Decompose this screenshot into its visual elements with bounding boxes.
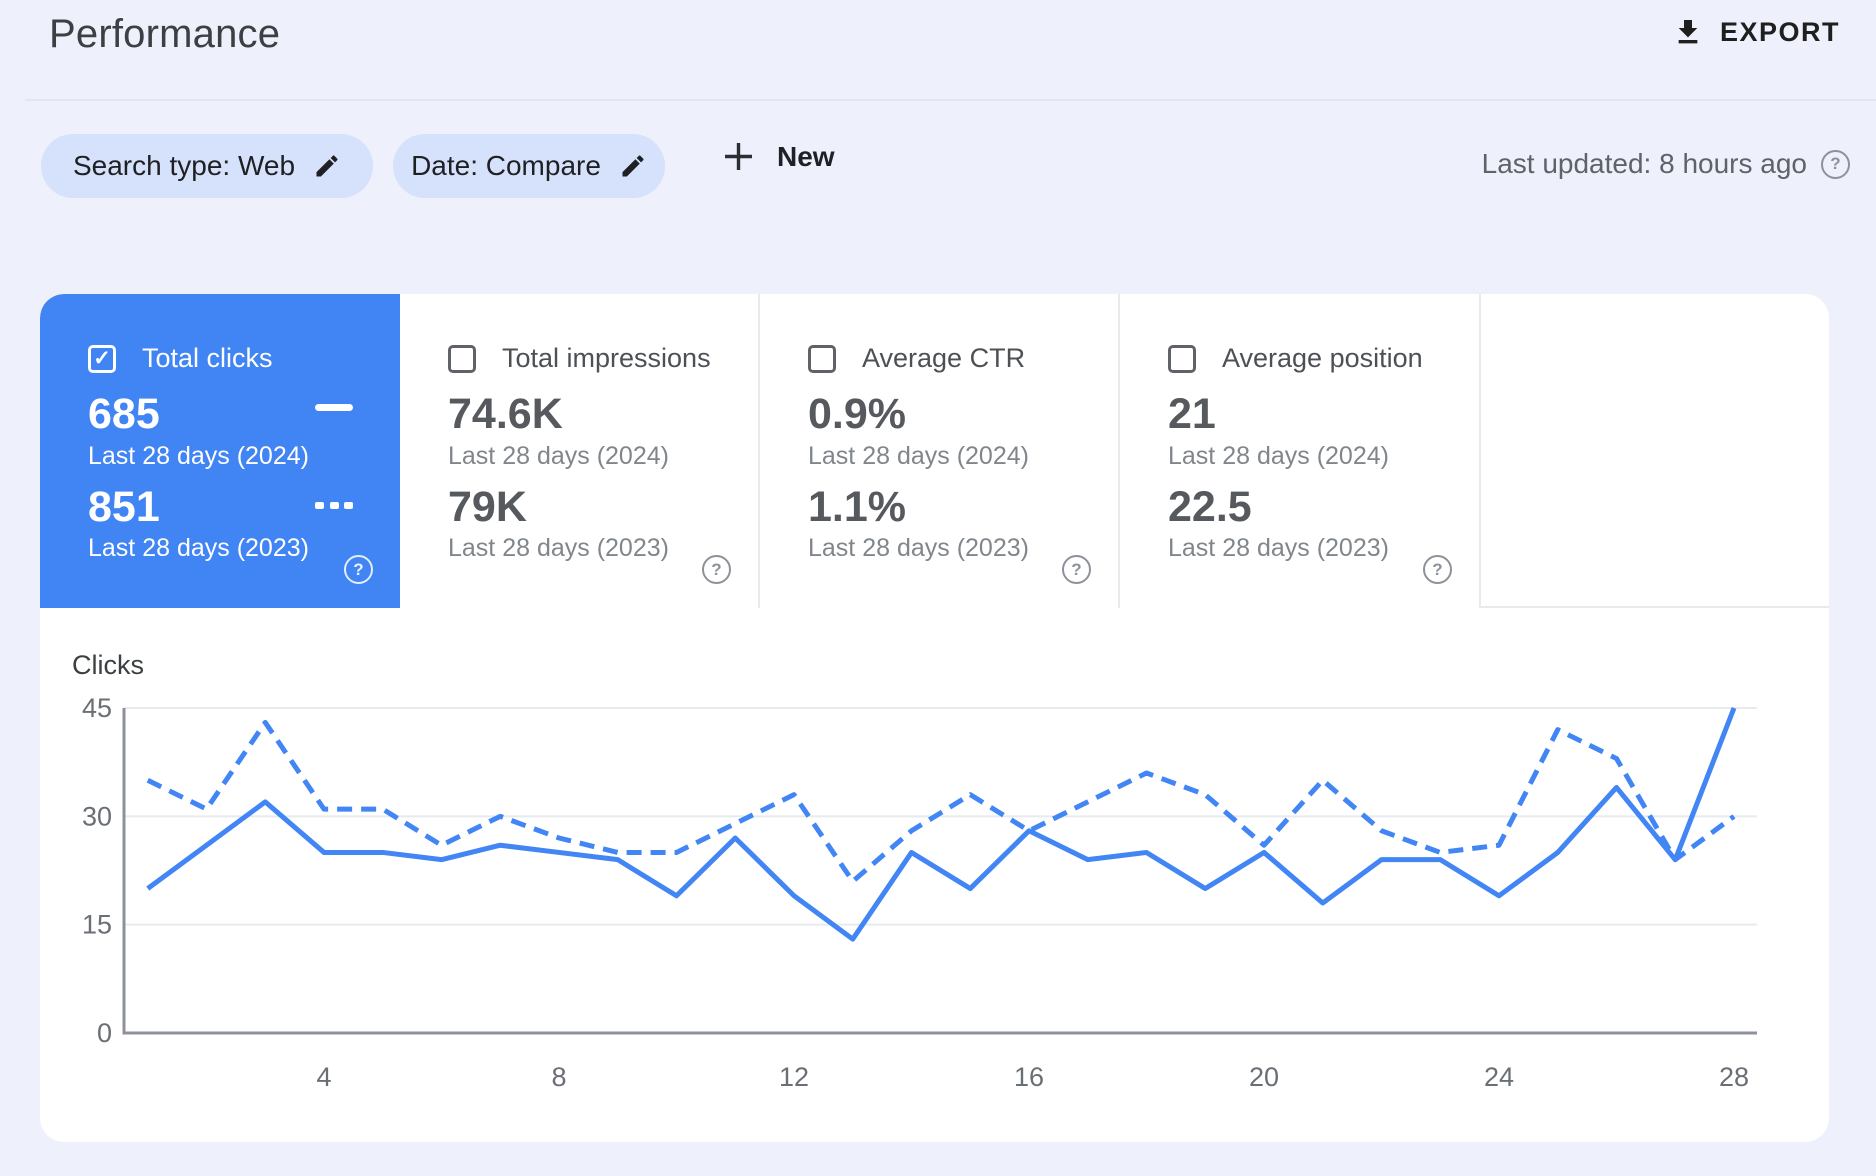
performance-page: Performance EXPORT Search type: Web Date… <box>0 0 1876 1176</box>
metric-period-2023: Last 28 days (2023) <box>808 534 1029 563</box>
metric-card-total-clicks[interactable]: ✓ Total clicks 685 Last 28 days (2024) 8… <box>40 294 400 608</box>
metric-value-2023: 22.5 <box>1168 483 1252 532</box>
search-type-chip-label: Search type: Web <box>73 150 295 182</box>
report-panel: ✓ Total clicks 685 Last 28 days (2024) 8… <box>40 294 1829 1142</box>
metric-card-label: Total clicks <box>142 343 273 374</box>
metric-card-average-ctr[interactable]: Average CTR 0.9% Last 28 days (2024) 1.1… <box>760 294 1120 608</box>
checkbox-average-ctr[interactable] <box>808 345 836 373</box>
plus-icon <box>722 140 755 173</box>
metric-cards-row: ✓ Total clicks 685 Last 28 days (2024) 8… <box>40 294 1829 608</box>
help-icon[interactable]: ? <box>344 555 373 584</box>
metric-period-2024: Last 28 days (2024) <box>448 442 669 471</box>
checkbox-total-clicks[interactable]: ✓ <box>88 345 116 373</box>
new-filter-label: New <box>777 141 835 173</box>
edit-pencil-icon <box>313 152 341 180</box>
metric-card-label: Average CTR <box>862 343 1025 374</box>
metric-period-2024: Last 28 days (2024) <box>808 442 1029 471</box>
help-icon[interactable]: ? <box>1821 150 1850 179</box>
metric-card-label: Average position <box>1222 343 1423 374</box>
metric-value-2024: 21 <box>1168 390 1216 439</box>
new-filter-button[interactable]: New <box>722 140 835 173</box>
last-updated: Last updated: 8 hours ago ? <box>1482 148 1850 180</box>
header-divider <box>25 99 1876 101</box>
metric-value-2024: 0.9% <box>808 390 906 439</box>
page-title: Performance <box>49 12 280 57</box>
search-type-chip[interactable]: Search type: Web <box>41 134 373 198</box>
metric-period-2023: Last 28 days (2023) <box>88 534 309 563</box>
metric-value-2023: 851 <box>88 483 160 532</box>
metric-period-2024: Last 28 days (2024) <box>1168 442 1389 471</box>
metric-card-label: Total impressions <box>502 343 711 374</box>
help-icon[interactable]: ? <box>702 555 731 584</box>
metric-value-2024: 74.6K <box>448 390 563 439</box>
date-compare-chip-label: Date: Compare <box>411 150 601 182</box>
edit-pencil-icon <box>619 152 647 180</box>
metric-card-average-position[interactable]: Average position 21 Last 28 days (2024) … <box>1120 294 1481 608</box>
checkbox-average-position[interactable] <box>1168 345 1196 373</box>
legend-solid-mark <box>315 404 353 411</box>
legend-dashed-mark <box>315 502 353 509</box>
help-icon[interactable]: ? <box>1062 555 1091 584</box>
metric-value-2023: 79K <box>448 483 527 532</box>
chart-axis-title: Clicks <box>72 650 144 681</box>
download-icon <box>1672 16 1704 48</box>
metric-value-2023: 1.1% <box>808 483 906 532</box>
metric-card-total-impressions[interactable]: Total impressions 74.6K Last 28 days (20… <box>400 294 760 608</box>
date-compare-chip[interactable]: Date: Compare <box>393 134 665 198</box>
metric-period-2023: Last 28 days (2023) <box>1168 534 1389 563</box>
export-button-label: EXPORT <box>1720 17 1840 48</box>
checkbox-total-impressions[interactable] <box>448 345 476 373</box>
help-icon[interactable]: ? <box>1423 555 1452 584</box>
last-updated-text: Last updated: 8 hours ago <box>1482 148 1807 180</box>
export-button[interactable]: EXPORT <box>1672 16 1840 48</box>
metric-period-2023: Last 28 days (2023) <box>448 534 669 563</box>
metric-period-2024: Last 28 days (2024) <box>88 442 309 471</box>
metric-value-2024: 685 <box>88 390 160 439</box>
